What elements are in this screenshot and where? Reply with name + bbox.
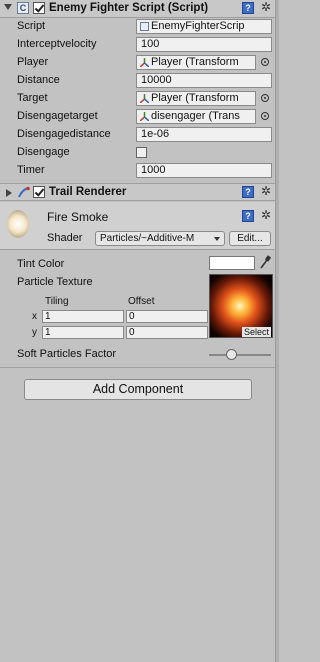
offset-y-input[interactable]: 0 (126, 326, 208, 339)
field-label: Disengagedistance (17, 128, 111, 140)
trail-renderer-icon (18, 186, 30, 198)
y-axis-label: y (32, 327, 37, 338)
enemy-script-header[interactable]: C Enemy Fighter Script (Script) ? ✲ (0, 0, 275, 18)
disengagetarget-row: Disengagetarget disengager (Trans (0, 108, 275, 125)
scrollbar-edge (275, 0, 279, 662)
script-object-field[interactable]: EnemyFighterScrip (136, 19, 272, 34)
script-row: Script EnemyFighterScrip (0, 18, 275, 35)
target-row: Target Player (Transform (0, 90, 275, 107)
material-name: Fire Smoke (47, 210, 109, 224)
inspector-panel: C Enemy Fighter Script (Script) ? ✲ Scri… (0, 0, 275, 662)
gear-icon[interactable]: ✲ (261, 208, 271, 222)
offset-label: Offset (128, 296, 155, 307)
soft-particles-slider-thumb[interactable] (226, 349, 237, 360)
script-icon: C (17, 2, 29, 14)
field-value: disengager (Trans (151, 110, 240, 122)
object-picker-icon[interactable] (261, 58, 269, 66)
script-asset-icon (140, 22, 149, 31)
field-value: Player (Transform (151, 92, 239, 104)
texture-preview[interactable]: Select (209, 274, 273, 338)
tiling-y-input[interactable]: 1 (42, 326, 124, 339)
player-object-field[interactable]: Player (Transform (136, 55, 256, 70)
field-label: Disengage (17, 146, 70, 158)
shader-label: Shader (47, 232, 83, 244)
material-header: Fire Smoke ? ✲ Shader Particles/~Additiv… (0, 202, 275, 250)
field-label: Target (17, 92, 48, 104)
add-component-button[interactable]: Add Component (24, 379, 252, 400)
timer-row: Timer 1000 (0, 162, 275, 179)
disengagetarget-object-field[interactable]: disengager (Trans (136, 109, 256, 124)
tint-color-label: Tint Color (17, 258, 65, 270)
help-icon[interactable]: ? (242, 210, 254, 222)
field-label: Player (17, 56, 49, 68)
field-value: EnemyFighterScrip (151, 20, 245, 32)
enabled-checkbox[interactable] (33, 186, 45, 198)
help-icon[interactable]: ? (242, 186, 254, 198)
tint-color-swatch[interactable] (209, 256, 255, 270)
soft-particles-slider-track[interactable] (209, 354, 271, 356)
timer-input[interactable]: 1000 (136, 163, 272, 178)
offset-x-input[interactable]: 0 (126, 310, 208, 323)
interceptvelocity-row: Interceptvelocity 100 (0, 36, 275, 53)
field-label: Script (17, 20, 46, 32)
object-picker-icon[interactable] (261, 94, 269, 102)
transform-icon (140, 94, 149, 103)
field-label: Disengagetarget (17, 110, 98, 122)
disengage-checkbox[interactable] (136, 147, 147, 158)
eyedropper-icon[interactable] (259, 255, 271, 269)
help-icon[interactable]: ? (242, 2, 254, 14)
fold-closed-icon[interactable] (6, 189, 12, 197)
object-picker-icon[interactable] (261, 112, 269, 120)
component-title: Enemy Fighter Script (Script) (49, 2, 209, 14)
field-label: Timer (17, 164, 45, 176)
gear-icon[interactable]: ✲ (261, 184, 271, 198)
particle-texture-label: Particle Texture (17, 276, 93, 288)
distance-input[interactable]: 10000 (136, 73, 272, 88)
disengagedistance-row: Disengagedistance 1e-06 (0, 126, 275, 143)
gear-icon[interactable]: ✲ (261, 0, 271, 14)
transform-icon (140, 112, 149, 121)
component-title: Trail Renderer (49, 186, 127, 198)
player-row: Player Player (Transform (0, 54, 275, 71)
select-texture-button[interactable]: Select (241, 327, 271, 337)
enabled-checkbox[interactable] (33, 2, 45, 14)
field-value: Player (Transform (151, 56, 239, 68)
field-label: Interceptvelocity (17, 38, 97, 50)
tiling-x-input[interactable]: 1 (42, 310, 124, 323)
transform-icon (140, 58, 149, 67)
soft-particles-label: Soft Particles Factor (17, 348, 117, 360)
edit-shader-button[interactable]: Edit... (229, 231, 271, 246)
field-label: Distance (17, 74, 60, 86)
x-axis-label: x (32, 311, 37, 322)
target-object-field[interactable]: Player (Transform (136, 91, 256, 106)
tiling-label: Tiling (45, 296, 69, 307)
trail-renderer-header[interactable]: Trail Renderer ? ✲ (0, 183, 275, 201)
divider (0, 367, 275, 368)
material-thumbnail (7, 210, 29, 238)
distance-row: Distance 10000 (0, 72, 275, 89)
disengagedistance-input[interactable]: 1e-06 (136, 127, 272, 142)
fold-open-icon[interactable] (4, 4, 12, 10)
interceptvelocity-input[interactable]: 100 (136, 37, 272, 52)
shader-dropdown[interactable]: Particles/~Additive-M (95, 231, 225, 246)
disengage-row: Disengage (0, 144, 275, 161)
